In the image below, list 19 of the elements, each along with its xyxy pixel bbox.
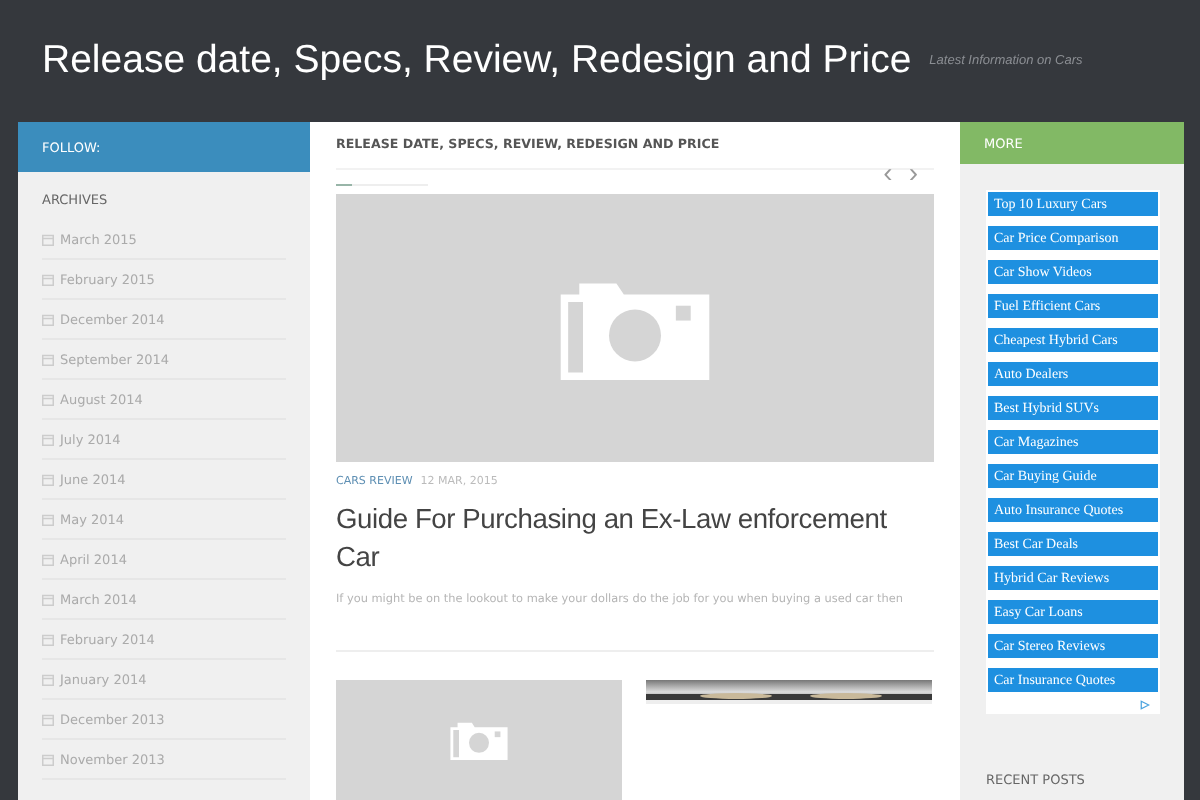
calendar-icon <box>42 513 54 525</box>
camera-icon <box>450 720 508 760</box>
calendar-icon <box>42 233 54 245</box>
calendar-icon <box>42 313 54 325</box>
calendar-icon <box>42 713 54 725</box>
calendar-icon <box>42 433 54 445</box>
play-icon[interactable] <box>1140 700 1150 710</box>
calendar-icon <box>42 353 54 365</box>
calendar-icon <box>42 753 54 765</box>
calendar-icon <box>42 673 54 685</box>
calendar-icon <box>42 553 54 565</box>
calendar-icon <box>42 393 54 405</box>
calendar-icon <box>42 273 54 285</box>
calendar-icon <box>42 473 54 485</box>
calendar-icon <box>42 633 54 645</box>
post-title[interactable]: Guide For Purchasing an Ex-Law enforcement Car <box>336 500 934 576</box>
site-title[interactable]: Release date, Specs, Review, Redesign and Price <box>42 38 912 84</box>
calendar-icon <box>42 593 54 605</box>
slide-indicator[interactable] <box>336 183 352 187</box>
